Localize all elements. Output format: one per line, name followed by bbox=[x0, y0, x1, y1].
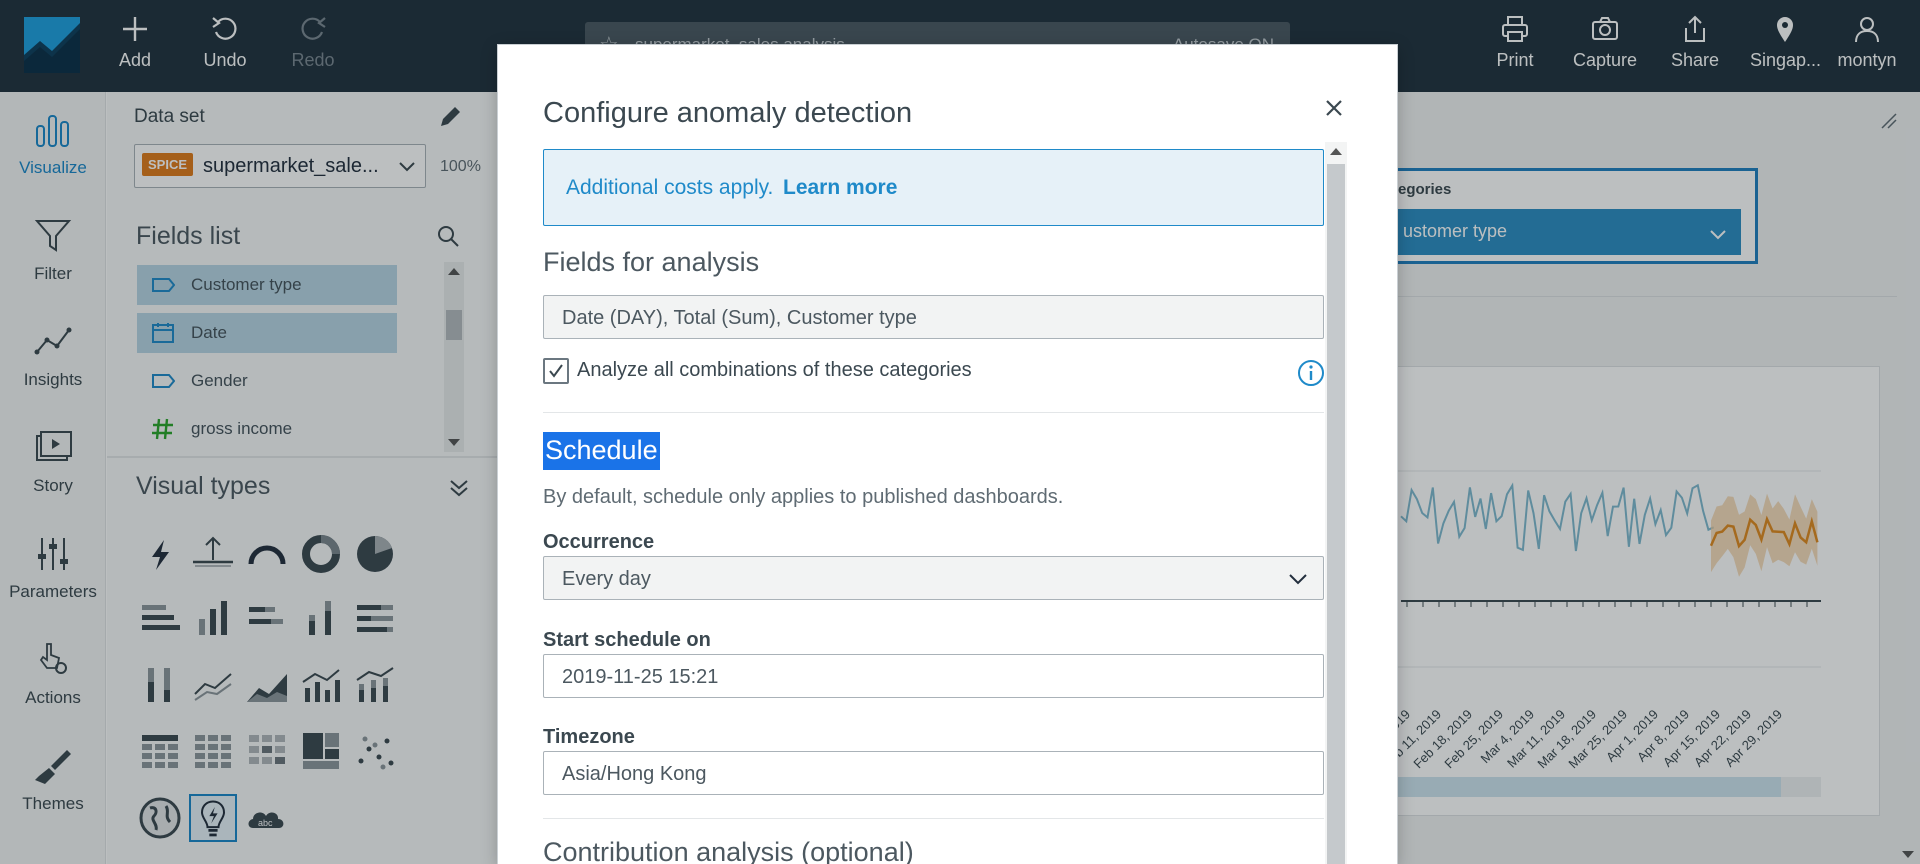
chevron-down-icon bbox=[1289, 574, 1307, 585]
occurrence-select[interactable]: Every day bbox=[543, 556, 1324, 600]
occurrence-value: Every day bbox=[562, 568, 651, 590]
fields-for-analysis-value: Date (DAY), Total (Sum), Customer type bbox=[562, 307, 917, 329]
start-schedule-label: Start schedule on bbox=[543, 629, 711, 651]
timezone-value: Asia/Hong Kong bbox=[562, 763, 707, 785]
checkmark-icon bbox=[549, 364, 563, 378]
start-schedule-input[interactable]: 2019-11-25 15:21 bbox=[543, 654, 1324, 698]
learn-more-link[interactable]: Learn more bbox=[783, 176, 897, 200]
start-schedule-value: 2019-11-25 15:21 bbox=[562, 666, 719, 688]
cost-notice: Additional costs apply. Learn more bbox=[543, 149, 1324, 226]
timezone-input[interactable]: Asia/Hong Kong bbox=[543, 751, 1324, 795]
dialog-scrollbar[interactable] bbox=[1325, 142, 1347, 864]
scroll-up-arrow-icon[interactable] bbox=[1330, 148, 1342, 155]
analyze-combinations-checkbox[interactable] bbox=[543, 358, 569, 384]
fields-for-analysis-field: Date (DAY), Total (Sum), Customer type bbox=[543, 295, 1324, 339]
notice-text: Additional costs apply. bbox=[566, 176, 774, 199]
occurrence-label: Occurrence bbox=[543, 531, 655, 553]
close-icon[interactable] bbox=[1321, 95, 1347, 121]
analyze-combinations-label[interactable]: Analyze all combinations of these catego… bbox=[577, 359, 972, 382]
scroll-thumb[interactable] bbox=[1327, 164, 1345, 864]
schedule-heading: Schedule bbox=[543, 432, 660, 470]
info-icon[interactable] bbox=[1297, 359, 1325, 387]
dialog-title: Configure anomaly detection bbox=[543, 97, 913, 129]
anomaly-detection-dialog: Configure anomaly detection Additional c… bbox=[498, 45, 1397, 864]
timezone-label: Timezone bbox=[543, 726, 635, 748]
contribution-analysis-heading: Contribution analysis (optional) bbox=[543, 837, 914, 864]
section-divider bbox=[543, 818, 1324, 819]
schedule-help-text: By default, schedule only applies to pub… bbox=[543, 486, 1064, 508]
section-divider bbox=[543, 412, 1324, 413]
fields-for-analysis-heading: Fields for analysis bbox=[543, 247, 760, 277]
